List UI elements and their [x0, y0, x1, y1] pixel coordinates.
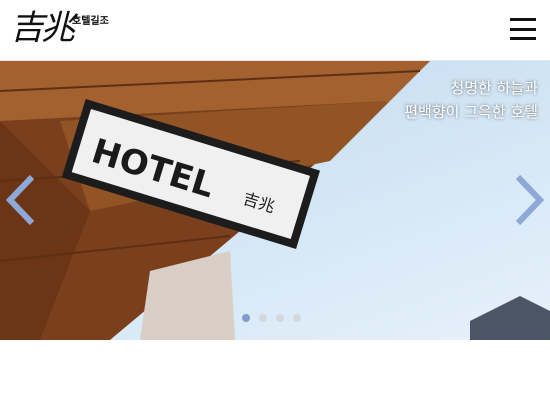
slide-caption-line1: 청명한 하늘과: [450, 79, 538, 97]
chevron-right-icon[interactable]: [512, 173, 546, 231]
slider-dot[interactable]: [276, 314, 284, 322]
logo[interactable]: 吉兆 호텔길조: [10, 8, 120, 48]
logo-text: 호텔길조: [72, 16, 109, 27]
slider-dot[interactable]: [293, 314, 301, 322]
site-header: 吉兆 호텔길조: [0, 0, 550, 61]
slider-pagination: [242, 307, 310, 326]
logo-mark: 吉兆: [10, 8, 75, 48]
hamburger-menu-icon[interactable]: [510, 18, 536, 40]
hero-slider[interactable]: HOTEL 吉兆 청명한 하늘과 편백향이 그윽한 호텔: [0, 61, 550, 340]
slider-dot[interactable]: [259, 314, 267, 322]
slider-dot[interactable]: [242, 314, 250, 322]
chevron-left-icon[interactable]: [4, 173, 38, 231]
slide-caption-line2: 편백향이 그윽한 호텔: [404, 103, 538, 121]
